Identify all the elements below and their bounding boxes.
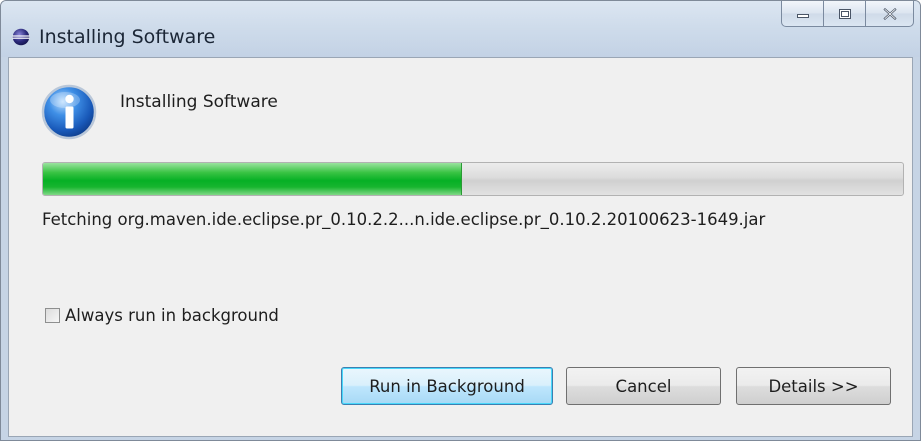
always-background-option[interactable]: Always run in background [45,306,279,325]
close-button[interactable] [865,1,914,27]
progress-bar [42,162,904,196]
always-background-checkbox[interactable] [45,308,60,323]
progress-fill [43,163,462,195]
status-text: Fetching org.maven.ide.eclipse.pr_0.10.2… [42,210,766,229]
close-icon [882,7,897,20]
installing-software-window: Installing Software Installing Software … [0,0,921,441]
cancel-button[interactable]: Cancel [566,367,721,405]
maximize-icon [838,8,851,19]
message-title: Installing Software [120,92,278,112]
details-button[interactable]: Details >> [736,367,891,405]
minimize-icon [796,13,809,18]
caption-buttons [781,1,914,29]
info-icon [41,84,97,140]
dialog-content: Installing Software Fetching org.maven.i… [8,57,913,437]
eclipse-app-icon [12,28,30,46]
run-in-background-button[interactable]: Run in Background [341,367,553,405]
window-title: Installing Software [39,26,216,48]
always-background-label[interactable]: Always run in background [65,306,279,325]
maximize-button[interactable] [823,1,866,27]
title-bar[interactable]: Installing Software [1,1,920,57]
minimize-button[interactable] [781,1,824,27]
